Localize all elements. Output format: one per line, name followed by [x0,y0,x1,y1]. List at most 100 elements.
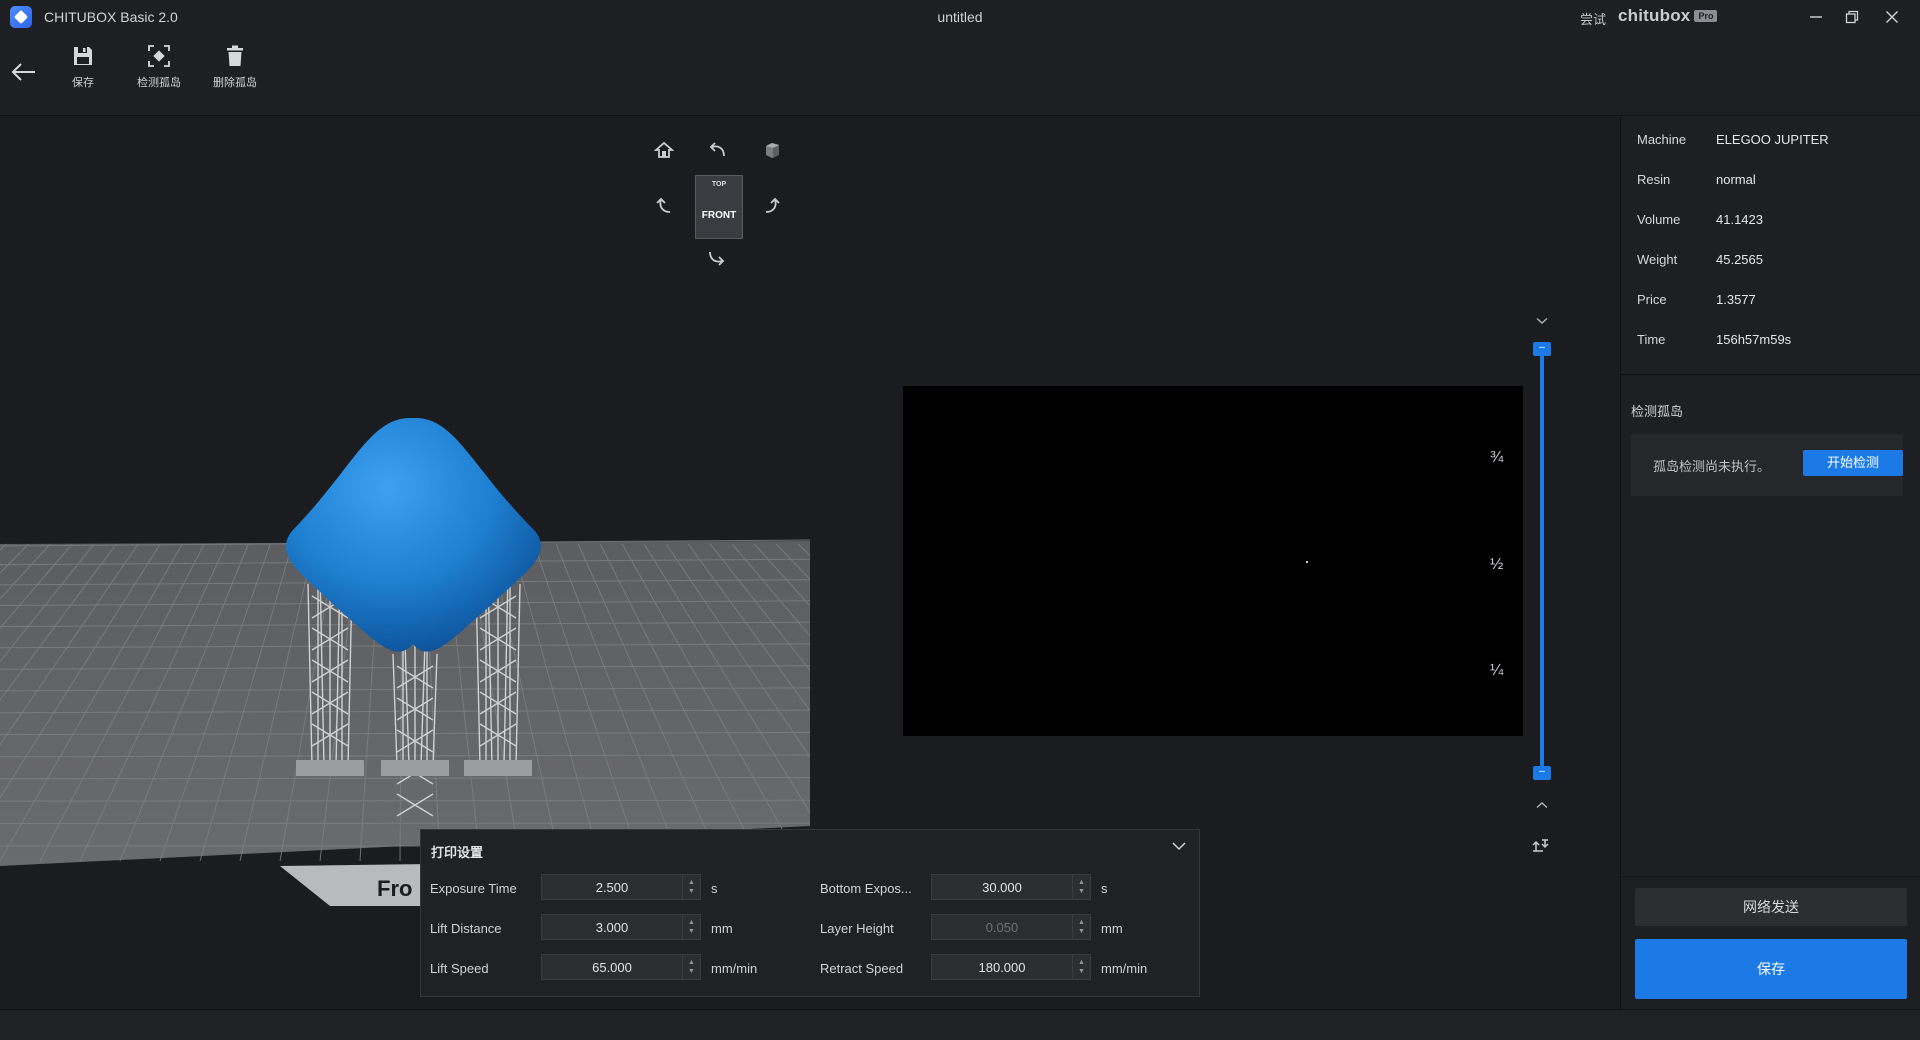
home-view-button[interactable] [653,140,675,163]
rotate-right-icon [765,197,780,213]
exposure-time-stepper[interactable]: ▲ ▼ [682,875,700,899]
layer-down-button[interactable] [1534,314,1550,330]
retract-speed-label: Retract Speed [820,961,904,976]
slider-bottom-handle[interactable]: – [1533,766,1551,780]
price-value: 1.3577 [1716,292,1756,307]
chevron-down-icon [1172,842,1186,851]
actions-divider [1621,876,1920,877]
exposure-time-unit: s [711,881,718,896]
cube-icon [766,143,779,158]
restore-button[interactable] [1832,0,1872,34]
slice-preview-canvas[interactable] [903,386,1523,736]
lift-speed-unit: mm/min [711,961,758,976]
support-raft [381,760,449,776]
try-pro-label[interactable]: 尝试 [1580,9,1606,28]
resin-key: Resin [1637,172,1671,187]
view-cube: TOP FRONT [650,138,780,288]
exposure-time-label: Exposure Time [430,881,517,896]
lift-speed-stepper[interactable]: ▲ ▼ [682,955,700,979]
network-send-button[interactable]: 网络发送 [1635,888,1907,926]
home-icon [653,141,675,158]
layer-height-label: Layer Height [820,921,894,936]
rotate-left-button[interactable] [654,194,674,219]
bottom-exposure-stepper[interactable]: ▲ ▼ [1072,875,1090,899]
pro-brand-link[interactable]: chitubox Pro [1618,6,1718,26]
status-bar [0,1009,1920,1040]
island-section-title: 检测孤岛 [1631,404,1684,419]
lift-distance-input[interactable]: 3.000 ▲ ▼ [541,914,701,940]
rotate-right-button[interactable] [762,194,782,219]
bottom-exposure-unit: s [1101,881,1108,896]
lift-distance-stepper[interactable]: ▲ ▼ [682,915,700,939]
layer-height-input: 0.050 ▲ ▼ [931,914,1091,940]
time-value: 156h57m59s [1716,332,1792,347]
fraction-three-quarter: ¾ [1490,449,1504,466]
layer-jump-button[interactable] [1530,836,1554,860]
restore-icon [1845,10,1859,24]
lift-distance-unit: mm [711,921,733,936]
delete-islands-tool-button[interactable]: 删除孤岛 [200,44,270,90]
detect-island-icon [148,45,170,67]
app-logo-icon [10,6,32,28]
print-settings-title: 打印设置 [431,845,484,860]
detect-islands-tool-label: 检测孤岛 [137,77,181,89]
price-key: Price [1637,292,1667,307]
chevron-down-icon [1536,317,1548,324]
title-bar: CHITUBOX Basic 2.0 untitled 尝试 chitubox … [0,0,1920,34]
rotate-up-button[interactable] [706,140,728,163]
layer-height-value: 0.050 [985,919,1019,935]
rotate-cw-icon [709,251,725,266]
floppy-disk-icon [74,47,92,65]
save-tool-button[interactable]: 保存 [48,44,118,90]
lift-speed-input[interactable]: 65.000 ▲ ▼ [541,954,701,980]
save-tool-label: 保存 [72,77,94,89]
bottom-exposure-label: Bottom Expos... [820,881,912,896]
rotate-down-button[interactable] [706,248,728,271]
island-status-message: 孤岛检测尚未执行。 [1653,459,1771,474]
layer-jump-icon [1532,839,1549,852]
chevron-up-icon [1536,802,1548,809]
support-raft [296,760,364,776]
cube-top-label: TOP [711,181,727,188]
app-title: CHITUBOX Basic 2.0 [44,9,178,25]
pro-brand-text: chitubox [1618,6,1691,25]
detect-islands-tool-button[interactable]: 检测孤岛 [124,44,194,90]
bottom-exposure-value: 30.000 [982,879,1022,895]
collapse-button[interactable] [1169,838,1189,858]
slider-top-handle[interactable]: – [1533,342,1551,356]
machine-key: Machine [1637,132,1687,147]
layer-slider[interactable]: – – [1522,306,1562,826]
retract-speed-unit: mm/min [1101,961,1148,976]
lift-distance-value: 3.000 [595,919,629,935]
layer-height-stepper: ▲ ▼ [1072,915,1090,939]
iso-view-button[interactable] [762,140,782,163]
close-button[interactable] [1872,0,1912,34]
retract-speed-stepper[interactable]: ▲ ▼ [1072,955,1090,979]
rotate-ccw-icon [709,142,725,157]
info-panel: Machine ELEGOO JUPITER Resin normal Volu… [1620,116,1920,1009]
slider-track[interactable] [1540,348,1544,772]
island-detection-box: 孤岛检测尚未执行。 开始检测 [1631,434,1903,496]
support-raft [464,760,532,776]
weight-value: 45.2565 [1716,252,1763,267]
back-button[interactable] [10,58,38,86]
volume-value: 41.1423 [1716,212,1763,227]
info-divider [1621,374,1920,375]
retract-speed-input[interactable]: 180.000 ▲ ▼ [931,954,1091,980]
cube-front-face[interactable]: TOP FRONT [695,175,743,239]
lift-speed-value: 65.000 [592,959,632,975]
print-settings-panel: 打印设置 Exposure Time 2.500 ▲ ▼ s Lift Dista… [420,829,1200,997]
minimize-button[interactable] [1796,0,1836,34]
start-detection-button[interactable]: 开始检测 [1803,450,1903,476]
trash-icon [227,45,243,66]
layer-up-button[interactable] [1534,798,1550,814]
exposure-time-input[interactable]: 2.500 ▲ ▼ [541,874,701,900]
bottom-exposure-input[interactable]: 30.000 ▲ ▼ [931,874,1091,900]
delete-islands-tool-label: 删除孤岛 [213,77,257,89]
arrow-left-icon [11,63,35,81]
time-key: Time [1637,332,1666,347]
slice-point [1306,561,1308,563]
retract-speed-value: 180.000 [978,959,1026,975]
pro-badge: Pro [1694,10,1718,22]
save-button[interactable]: 保存 [1635,939,1907,999]
